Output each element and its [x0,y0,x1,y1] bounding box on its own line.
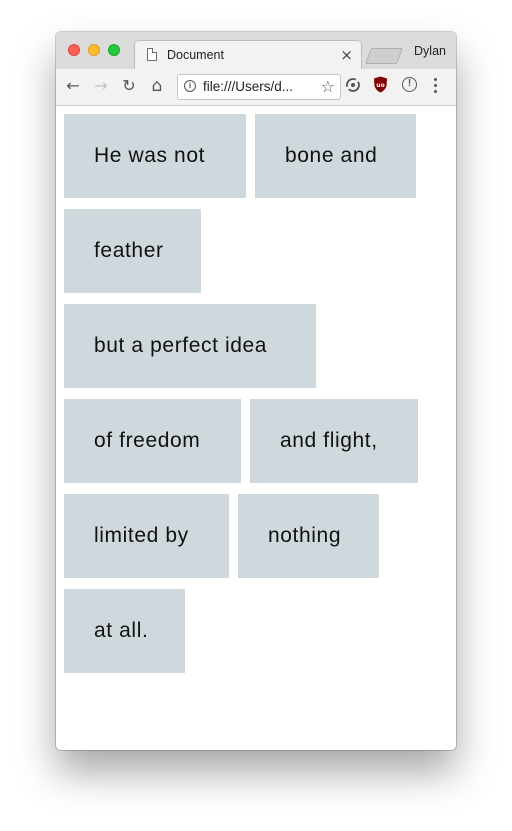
tab-document[interactable]: Document × [134,40,362,71]
zoom-window-button[interactable] [108,44,120,56]
document-icon [147,48,157,61]
profile-button[interactable]: Dylan [414,44,446,58]
text-box: He was not [64,114,246,198]
text-box: at all. [64,589,185,673]
url-text[interactable]: file:///Users/d... [203,79,308,94]
box-flow: He was not bone and feather but a perfec… [64,114,448,684]
menu-dots-icon[interactable] [434,78,438,94]
text-box: bone and [255,114,416,198]
reload-button[interactable]: ↻ [118,75,140,97]
tab-strip: Document × Dylan [56,32,456,71]
minimize-window-button[interactable] [88,44,100,56]
svg-text:uo: uo [376,82,384,89]
home-button[interactable]: ⌂ [146,75,168,97]
text-box: limited by [64,494,229,578]
forward-button[interactable]: → [90,75,112,97]
ublock-shield-icon[interactable]: uo [373,76,388,93]
close-window-button[interactable] [68,44,80,56]
info-icon[interactable]: i [184,80,196,92]
browser-window: Document × Dylan ← → ↻ ⌂ i file:///Users… [56,32,456,750]
sync-extension-icon[interactable] [345,77,361,93]
new-tab-button[interactable] [365,48,403,64]
text-box: and flight, [250,399,418,483]
address-bar[interactable]: i file:///Users/d... ☆ [177,74,341,100]
bookmark-star-icon[interactable]: ☆ [321,77,335,96]
text-box: feather [64,209,201,293]
text-box: nothing [238,494,379,578]
back-button[interactable]: ← [62,75,84,97]
tab-close-button[interactable]: × [340,46,353,64]
tab-title: Document [167,48,224,62]
text-box: of freedom [64,399,241,483]
page-content: He was not bone and feather but a perfec… [56,106,456,750]
text-box: but a perfect idea [64,304,316,388]
alert-extension-icon[interactable]: ! [402,77,417,92]
toolbar: ← → ↻ ⌂ i file:///Users/d... ☆ uo ! [56,69,456,106]
